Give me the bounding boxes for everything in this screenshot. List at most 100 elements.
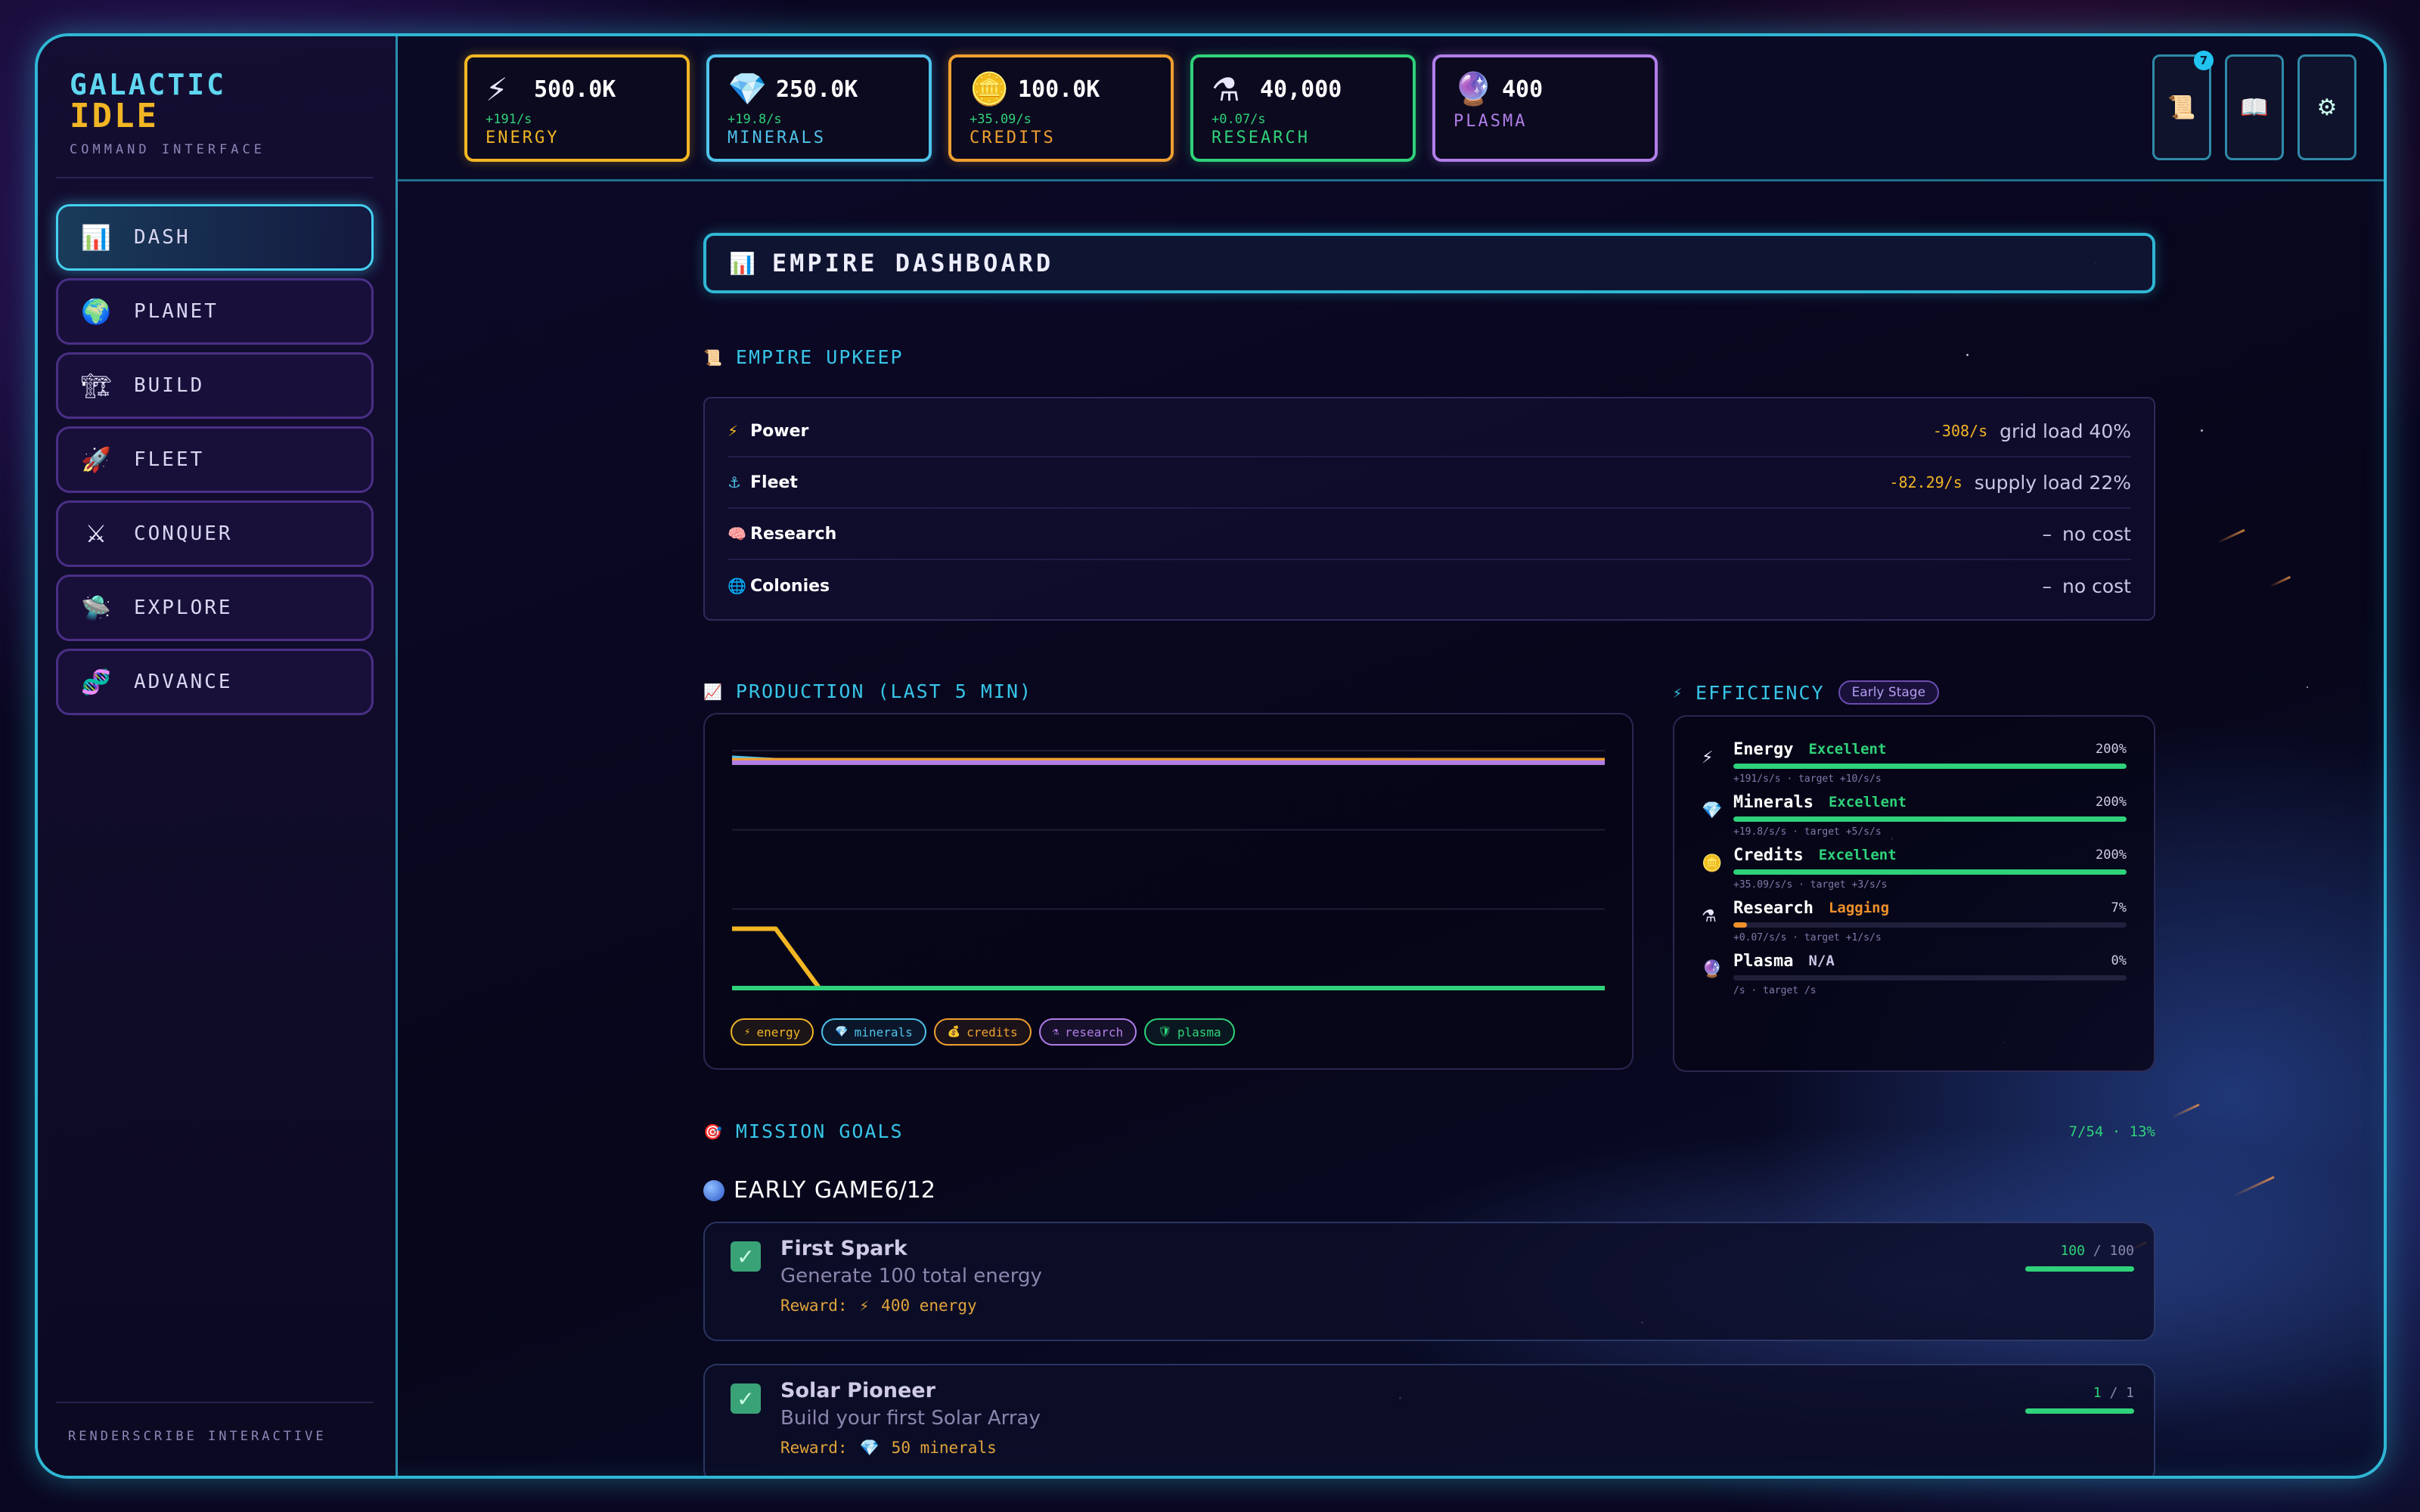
logo-title-line2: IDLE xyxy=(70,97,159,135)
nav-item-advance[interactable]: 🧬 ADVANCE xyxy=(56,649,374,715)
goal-progress-current: 1 xyxy=(2093,1385,2102,1401)
legend-toggle-plasma[interactable]: 🛡 plasma xyxy=(1144,1018,1235,1046)
lightning-icon: ⚡ xyxy=(486,70,508,108)
legend-toggle-minerals[interactable]: 💎 minerals xyxy=(821,1018,926,1046)
efficiency-percent: 200% xyxy=(2096,795,2127,810)
goal-card[interactable]: ✓ First Spark Generate 100 total energy Rew… xyxy=(703,1222,2155,1341)
efficiency-row-energy: ⚡ Energy Excellent 200% +191/s/s · target +1… xyxy=(1702,738,2127,791)
legend-label: research xyxy=(1065,1024,1124,1040)
planet-icon: 🌍 xyxy=(81,297,111,326)
production-chart-svg xyxy=(731,750,1605,990)
efficiency-name: Research xyxy=(1733,898,1813,918)
reward-icon: ⚡ xyxy=(859,1297,870,1315)
minerals-icon: 💎 xyxy=(1702,801,1723,820)
settings-button[interactable]: ⚙ xyxy=(2297,54,2356,160)
goals-heading: 🎯 MISSION GOALS xyxy=(703,1120,904,1142)
nav-item-label: FLEET xyxy=(134,448,205,471)
credits-icon: 💰 xyxy=(947,1026,961,1038)
goal-progress: 1 / 1 xyxy=(2025,1385,2134,1414)
research-icon: ⚗ xyxy=(1702,907,1717,926)
checkbox-checked-icon: ✓ xyxy=(731,1241,761,1272)
production-chart: ⚡ energy 💎 minerals 💰 credits ⚗ research 🛡 plasma xyxy=(703,713,1634,1070)
upkeep-note: no cost xyxy=(2062,575,2131,597)
upkeep-name: Fleet xyxy=(750,472,798,492)
resource-card-energy[interactable]: ⚡ 500.0K +191/s ENERGY xyxy=(464,54,690,162)
legend-toggle-research[interactable]: ⚗ research xyxy=(1038,1018,1137,1046)
goal-list: ✓ First Spark Generate 100 total energy Rew… xyxy=(703,1222,2155,1476)
efficiency-target: +19.8/s/s · target +5/s/s xyxy=(1733,826,1882,838)
resource-card-research[interactable]: ⚗ 40,000 +0.07/s RESEARCH xyxy=(1190,54,1416,162)
goal-card[interactable]: ✓ Solar Pioneer Build your first Solar Arr… xyxy=(703,1364,2155,1476)
efficiency-status: Lagging xyxy=(1828,900,1890,916)
upkeep-name: Power xyxy=(750,421,809,441)
efficiency-bar-fill xyxy=(1733,922,1748,928)
legend-toggle-credits[interactable]: 💰 credits xyxy=(933,1018,1032,1046)
nav-item-label: EXPLORE xyxy=(134,596,233,619)
nav-item-dash[interactable]: 📊 DASH xyxy=(56,204,374,271)
upkeep-rate: -82.29/s xyxy=(1889,473,1962,491)
research-icon: ⚗ xyxy=(1052,1026,1060,1038)
reward-amount: 50 minerals xyxy=(891,1439,997,1457)
upkeep-table: ⚡ Power -308/s grid load 40% ⚓ Fleet -82.29/s s… xyxy=(703,397,2155,621)
efficiency-target: +191/s/s · target +10/s/s xyxy=(1733,773,1882,785)
scroll-icon: 📜 xyxy=(2167,94,2196,121)
lightning-icon: ⚡ xyxy=(1673,683,1684,702)
resource-rate: +191/s xyxy=(486,112,532,127)
efficiency-target: /s · target /s xyxy=(1733,985,1817,996)
efficiency-status: Excellent xyxy=(1808,741,1887,758)
resource-card-credits[interactable]: 🪙 100.0K +35.09/s CREDITS xyxy=(948,54,1174,162)
efficiency-bar-fill xyxy=(1733,869,2127,875)
goals-progress-summary: 7/54 · 13% xyxy=(2068,1123,2155,1140)
efficiency-name: Credits xyxy=(1733,845,1804,865)
goal-description: Generate 100 total energy xyxy=(780,1265,1042,1287)
power-icon: ⚡ xyxy=(728,422,739,440)
nav-item-fleet[interactable]: 🚀 FLEET xyxy=(56,426,374,493)
nav-item-label: ADVANCE xyxy=(134,671,233,693)
upkeep-note: grid load 40% xyxy=(2000,420,2131,442)
scroll-icon: 📜 xyxy=(703,348,724,367)
goal-reward: Reward: 💎 50 minerals xyxy=(780,1439,2154,1458)
energy-icon: ⚡ xyxy=(744,1026,751,1038)
efficiency-name: Minerals xyxy=(1733,792,1813,812)
upkeep-rate: -308/s xyxy=(1932,422,1988,440)
upkeep-heading-text: EMPIRE UPKEEP xyxy=(735,346,904,368)
legend-toggle-energy[interactable]: ⚡ energy xyxy=(731,1018,814,1046)
efficiency-bar xyxy=(1733,869,2127,875)
bar-chart-icon: 📊 xyxy=(729,250,755,276)
main-nav: 📊 DASH 🌍 PLANET 🏗 BUILD 🚀 FLEET ⚔ CONQUER 🛸 EXPLORE… xyxy=(56,204,374,723)
plasma-icon: 🔮 xyxy=(1702,960,1723,979)
goal-description: Build your first Solar Array xyxy=(780,1407,1041,1430)
efficiency-bar-fill xyxy=(1733,816,2127,822)
line-chart-icon: 📈 xyxy=(703,682,724,701)
efficiency-row-credits: 🪙 Credits Excellent 200% +35.09/s/s · target… xyxy=(1702,844,2127,897)
nav-item-explore[interactable]: 🛸 EXPLORE xyxy=(56,575,374,641)
flask-icon: ⚗ xyxy=(1212,70,1240,108)
quests-button[interactable]: 📜 7 xyxy=(2152,51,2214,160)
codex-button[interactable]: 📖 xyxy=(2225,54,2284,160)
efficiency-bar xyxy=(1733,922,2127,928)
page-title-text: EMPIRE DASHBOARD xyxy=(771,249,1054,277)
efficiency-heading-text: EFFICIENCY xyxy=(1696,681,1825,704)
resource-name: ENERGY xyxy=(486,129,560,147)
resource-card-minerals[interactable]: 💎 250.0K +19.8/s MINERALS xyxy=(706,54,932,162)
research-icon: 🧠 xyxy=(728,525,746,543)
efficiency-row-research: ⚗ Research Lagging 7% +0.07/s/s · target +1/… xyxy=(1702,897,2127,950)
divider xyxy=(56,177,374,178)
upkeep-row-colonies: 🌐 Colonies – no cost xyxy=(728,560,2131,612)
nav-item-planet[interactable]: 🌍 PLANET xyxy=(56,278,374,345)
goal-progress-current: 100 xyxy=(2060,1243,2085,1259)
tier-header[interactable]: EARLY GAME 6/12 xyxy=(703,1177,2155,1204)
upkeep-note: no cost xyxy=(2062,522,2131,545)
goal-title: First Spark xyxy=(780,1237,908,1260)
resource-name: PLASMA xyxy=(1454,112,1528,131)
legend-label: plasma xyxy=(1177,1024,1221,1040)
goal-progress-total: 100 xyxy=(2109,1243,2134,1259)
resource-card-plasma[interactable]: 🔮 400 PLASMA xyxy=(1432,54,1658,162)
resource-name: MINERALS xyxy=(728,129,826,147)
reward-label: Reward: xyxy=(780,1297,848,1315)
divider xyxy=(56,1402,374,1403)
plasma-orb-icon: 🔮 xyxy=(1454,70,1494,107)
efficiency-bar xyxy=(1733,816,2127,822)
nav-item-build[interactable]: 🏗 BUILD xyxy=(56,352,374,419)
nav-item-conquer[interactable]: ⚔ CONQUER xyxy=(56,500,374,567)
